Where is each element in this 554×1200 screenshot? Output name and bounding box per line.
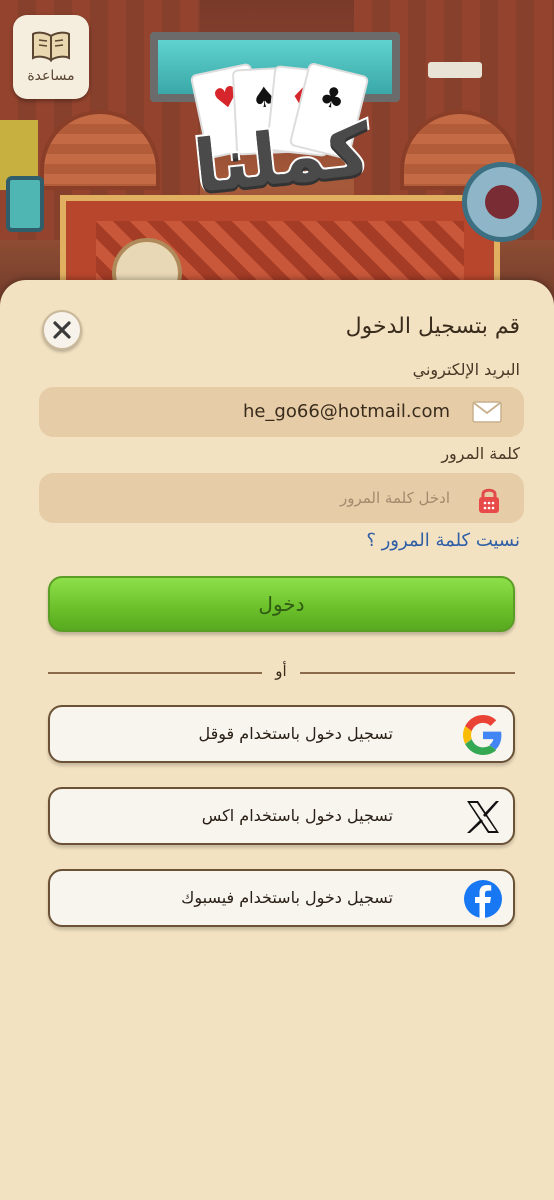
x-logo-icon [467, 801, 499, 833]
x-login-button[interactable]: تسجيل دخول باستخدام اكس [48, 787, 515, 845]
x-login-label: تسجيل دخول باستخدام اكس [201, 806, 393, 825]
scene-air-conditioner [428, 62, 482, 78]
or-text: أو [275, 662, 287, 680]
login-button-label: دخول [258, 592, 305, 616]
password-field[interactable]: ادخل كلمة المرور [39, 473, 524, 523]
envelope-icon [472, 401, 502, 423]
help-label: مساعدة [27, 68, 75, 84]
google-login-label: تسجيل دخول باستخدام قوقل [198, 724, 393, 743]
login-panel: قم بتسجيل الدخول البريد الإلكتروني he_go… [0, 280, 554, 1200]
password-label: كلمة المرور [441, 444, 520, 463]
password-placeholder: ادخل كلمة المرور [339, 489, 450, 507]
book-icon [32, 31, 70, 62]
scene-plate [462, 162, 542, 242]
facebook-icon [464, 880, 502, 918]
email-field[interactable]: he_go66@hotmail.com [39, 387, 524, 437]
scene-tv [6, 176, 44, 232]
close-button[interactable] [42, 310, 82, 350]
close-icon [53, 321, 71, 339]
email-value: he_go66@hotmail.com [242, 401, 450, 422]
google-icon [463, 715, 502, 755]
divider-line [300, 672, 515, 674]
google-login-button[interactable]: تسجيل دخول باستخدام قوقل [48, 705, 515, 763]
facebook-login-label: تسجيل دخول باستخدام فيسبوك [181, 888, 393, 907]
help-button[interactable]: مساعدة [13, 15, 89, 99]
divider-line [48, 672, 262, 674]
login-button[interactable]: دخول [48, 576, 515, 632]
forgot-password-link[interactable]: نسيت كلمة المرور ؟ [366, 530, 520, 551]
email-label: البريد الإلكتروني [412, 360, 520, 379]
page-title: قم بتسجيل الدخول [345, 314, 520, 339]
lock-icon [479, 488, 499, 513]
facebook-login-button[interactable]: تسجيل دخول باستخدام فيسبوك [48, 869, 515, 927]
